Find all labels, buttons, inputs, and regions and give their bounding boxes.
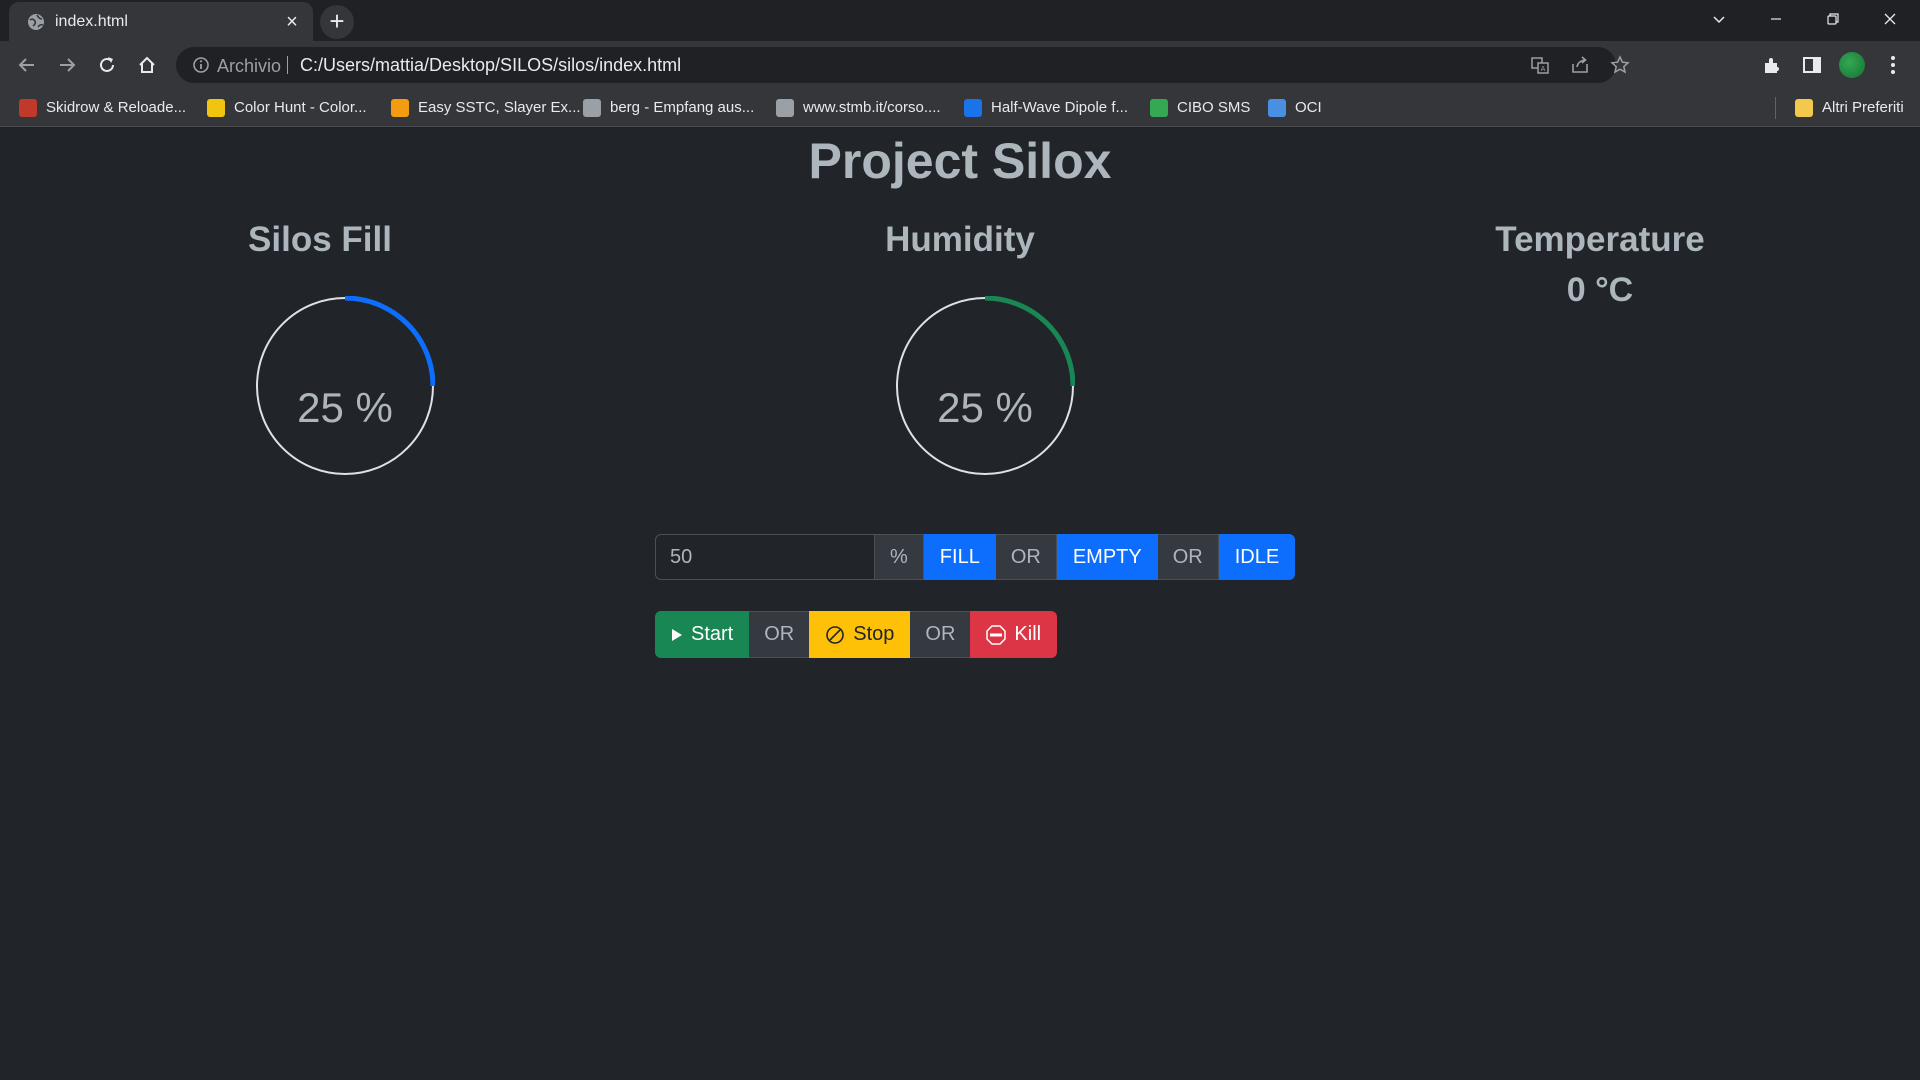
new-tab-button[interactable]: + [320, 5, 354, 39]
gauge-progress [344, 295, 436, 387]
address-bar[interactable]: Archivio C:/Users/mattia/Desktop/SILOS/s… [176, 47, 1630, 83]
url-separator [287, 56, 288, 74]
kill-button[interactable]: Kill [970, 611, 1058, 658]
folder-icon [1795, 99, 1813, 117]
silos-fill-title: Silos Fill [248, 220, 392, 259]
extensions-icon[interactable] [1761, 54, 1783, 76]
kill-label: Kill [1014, 623, 1042, 645]
profile-avatar[interactable] [1839, 52, 1865, 78]
start-button[interactable]: Start [655, 611, 750, 658]
skull-icon [19, 99, 37, 117]
percent-unit-label: % [875, 534, 924, 580]
stop-button[interactable]: Stop [809, 611, 911, 658]
home-icon[interactable] [132, 50, 162, 80]
bookmark-star-icon[interactable] [1610, 55, 1630, 75]
restore-icon[interactable] [1810, 4, 1856, 34]
share-icon[interactable] [1570, 55, 1590, 75]
humidity-title: Humidity [885, 220, 1035, 259]
minimize-icon[interactable] [1753, 4, 1799, 34]
svg-text:A: A [1541, 66, 1546, 73]
leaf-icon [1150, 99, 1168, 117]
palette-icon [207, 99, 225, 117]
globe-icon [28, 14, 44, 30]
bookmarks-bar: Skidrow & Reloade... Color Hunt - Color.… [0, 89, 1920, 127]
back-icon[interactable] [12, 50, 42, 80]
forward-icon[interactable] [52, 50, 82, 80]
ban-icon [826, 625, 845, 644]
url-scheme-label: Archivio [217, 56, 282, 76]
stop-label: Stop [853, 623, 895, 645]
humidity-gauge: 25 % [895, 295, 1076, 476]
action-button-group: Start OR Stop OR Kill [655, 611, 1058, 658]
stop-sign-icon [986, 624, 1007, 645]
close-window-icon[interactable] [1867, 4, 1913, 34]
info-icon[interactable] [192, 56, 210, 74]
start-label: Start [691, 623, 734, 645]
or-label: OR [1157, 534, 1219, 580]
tab-title: index.html [55, 13, 128, 30]
side-panel-icon[interactable] [1801, 54, 1823, 76]
percent-input[interactable] [655, 534, 875, 580]
or-label: OR [995, 534, 1057, 580]
or-label: OR [749, 611, 810, 658]
mode-input-group: % FILL OR EMPTY OR IDLE [655, 534, 1296, 580]
browser-toolbar: Archivio C:/Users/mattia/Desktop/SILOS/s… [0, 41, 1920, 89]
globe-icon [583, 99, 601, 117]
cloud-icon [1268, 99, 1286, 117]
reload-icon[interactable] [92, 50, 122, 80]
tab-search-icon[interactable] [1696, 4, 1742, 34]
url-text[interactable]: C:/Users/mattia/Desktop/SILOS/silos/inde… [300, 55, 681, 76]
silos-fill-gauge: 25 % [255, 295, 436, 476]
page-title: Project Silox [808, 133, 1112, 189]
translate-icon[interactable]: A [1530, 55, 1550, 75]
more-menu-icon[interactable] [1882, 54, 1904, 76]
empty-button[interactable]: EMPTY [1056, 534, 1158, 580]
tab-close-icon[interactable]: × [281, 11, 303, 33]
idle-button[interactable]: IDLE [1218, 534, 1296, 580]
play-icon [672, 628, 682, 641]
or-label: OR [910, 611, 971, 658]
temperature-value: 0 °C [1566, 271, 1634, 309]
bookmarks-divider [1775, 97, 1776, 119]
temperature-title: Temperature [1495, 220, 1705, 259]
fill-button[interactable]: FILL [923, 534, 996, 580]
fl-logo-icon [964, 99, 982, 117]
humidity-value: 25 % [937, 384, 1033, 431]
silos-fill-value: 25 % [297, 384, 393, 431]
globe-icon [776, 99, 794, 117]
browser-tab[interactable]: index.html × [9, 2, 313, 41]
tab-strip: index.html × + [0, 0, 1920, 41]
sstc-icon [391, 99, 409, 117]
gauge-progress [984, 295, 1076, 387]
page-content: Project Silox Silos Fill 25 % Humidity 2… [0, 128, 1920, 1080]
